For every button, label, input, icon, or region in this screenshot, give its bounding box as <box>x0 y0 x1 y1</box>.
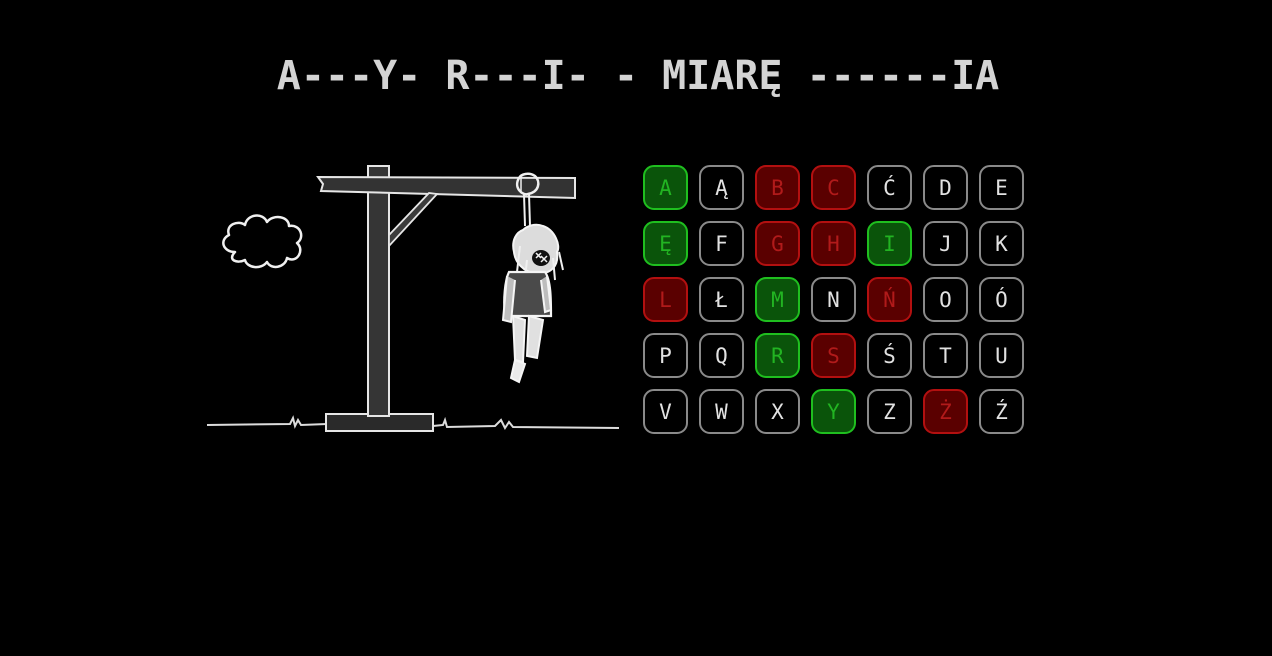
letter-key[interactable]: H <box>811 221 856 266</box>
letter-key[interactable]: G <box>755 221 800 266</box>
cloud-icon <box>222 214 303 269</box>
letter-keyboard: AĄBCĆDE ĘFGHIJK LŁMNŃOÓ PQRSŚTU VWXYZŻŹ <box>643 165 1027 445</box>
letter-key[interactable]: O <box>923 277 968 322</box>
letter-key[interactable]: D <box>923 165 968 210</box>
keyboard-row: LŁMNŃOÓ <box>643 277 1027 322</box>
letter-key[interactable]: Z <box>867 389 912 434</box>
keyboard-row: PQRSŚTU <box>643 333 1027 378</box>
hanged-figure-icon <box>501 223 564 384</box>
letter-key[interactable]: Ć <box>867 165 912 210</box>
hangman-game: A---Y- R---I- - MIARĘ ------IA A Ą B C Ć… <box>0 0 1272 656</box>
letter-key[interactable]: Ą <box>699 165 744 210</box>
letter-key[interactable]: I <box>867 221 912 266</box>
letter-key[interactable]: Ś <box>867 333 912 378</box>
letter-key[interactable]: Ń <box>867 277 912 322</box>
letter-key[interactable]: Ł <box>699 277 744 322</box>
letter-key[interactable]: V <box>643 389 688 434</box>
letter-key[interactable]: J <box>923 221 968 266</box>
letter-key[interactable]: E <box>979 165 1024 210</box>
letter-key[interactable]: Ź <box>979 389 1024 434</box>
letter-key[interactable]: N <box>811 277 856 322</box>
letter-key[interactable]: Q <box>699 333 744 378</box>
letter-key[interactable]: Ż <box>923 389 968 434</box>
letter-key[interactable]: K <box>979 221 1024 266</box>
letter-key[interactable]: L <box>643 277 688 322</box>
letter-key[interactable]: T <box>923 333 968 378</box>
letter-key[interactable]: Y <box>811 389 856 434</box>
letter-key[interactable]: F <box>699 221 744 266</box>
puzzle-word: A---Y- R---I- - MIARĘ ------IA <box>276 53 1000 99</box>
letter-key[interactable]: R <box>755 333 800 378</box>
letter-key[interactable]: M <box>755 277 800 322</box>
letter-key[interactable]: B <box>755 165 800 210</box>
letter-key[interactable]: Ó <box>979 277 1024 322</box>
letter-key[interactable]: S <box>811 333 856 378</box>
keyboard-row: VWXYZŻŹ <box>643 389 1027 434</box>
letter-key[interactable]: W <box>699 389 744 434</box>
letter-key[interactable]: Ę <box>643 221 688 266</box>
letter-key[interactable]: C <box>811 165 856 210</box>
letter-key[interactable]: X <box>755 389 800 434</box>
gallows-illustration <box>206 165 620 432</box>
keyboard-row: ĘFGHIJK <box>643 221 1027 266</box>
letter-key[interactable]: U <box>979 333 1024 378</box>
letter-key[interactable]: A <box>643 165 688 210</box>
keyboard-row: AĄBCĆDE <box>643 165 1027 210</box>
letter-key[interactable]: P <box>643 333 688 378</box>
